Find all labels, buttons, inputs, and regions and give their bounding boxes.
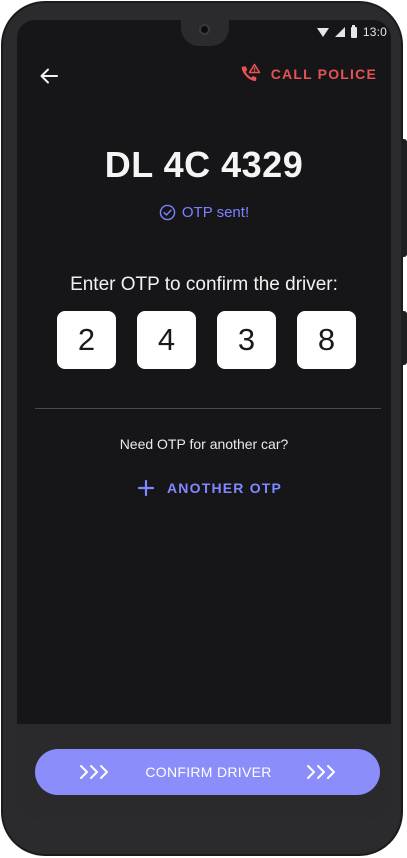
front-camera [199, 24, 210, 35]
phone-alert-icon [241, 63, 261, 82]
otp-sent-status: OTP sent! [17, 204, 391, 221]
battery-icon [350, 24, 357, 38]
arrow-left-icon [40, 68, 58, 84]
divider [35, 408, 381, 409]
confirm-driver-button[interactable]: CONFIRM DRIVER [35, 749, 380, 795]
another-car-question: Need OTP for another car? [119, 436, 289, 452]
another-otp-label: ANOTHER OTP [167, 480, 283, 496]
status-bar: 13:0 [17, 20, 391, 46]
plus-icon [137, 479, 155, 497]
otp-input-row: 2 4 3 8 [57, 311, 356, 369]
triple-chevron-right-icon [80, 765, 108, 779]
signal-icon [334, 27, 345, 37]
otp-digit-3[interactable]: 3 [217, 311, 276, 369]
volume-button [401, 139, 407, 257]
confirm-driver-label: CONFIRM DRIVER [145, 764, 272, 780]
wifi-icon [316, 27, 329, 37]
otp-digit-1[interactable]: 2 [57, 311, 116, 369]
phone-frame: 13:0 CALL POLICE DL 4C 4329 OTP sent! En… [1, 1, 407, 856]
call-police-button[interactable]: CALL POLICE [239, 63, 377, 85]
otp-sent-text: OTP sent! [181, 204, 250, 221]
screen: 13:0 CALL POLICE DL 4C 4329 OTP sent! En… [17, 20, 391, 818]
bottom-panel: CONFIRM DRIVER [17, 724, 391, 818]
status-time: 13:0 [362, 25, 387, 39]
otp-digit-2[interactable]: 4 [137, 311, 196, 369]
otp-digit-4[interactable]: 8 [297, 311, 356, 369]
status-icons: 13:0 [316, 24, 387, 39]
notch [181, 20, 229, 46]
triple-chevron-right-icon [307, 765, 335, 779]
another-otp-button[interactable]: ANOTHER OTP [137, 479, 282, 497]
call-police-label: CALL POLICE [270, 66, 377, 82]
otp-prompt: Enter OTP to confirm the driver: [70, 274, 338, 295]
plate-number: DL 4C 4329 [104, 144, 304, 185]
back-button[interactable] [37, 64, 61, 88]
check-circle-icon [159, 204, 176, 221]
power-button [401, 311, 407, 365]
